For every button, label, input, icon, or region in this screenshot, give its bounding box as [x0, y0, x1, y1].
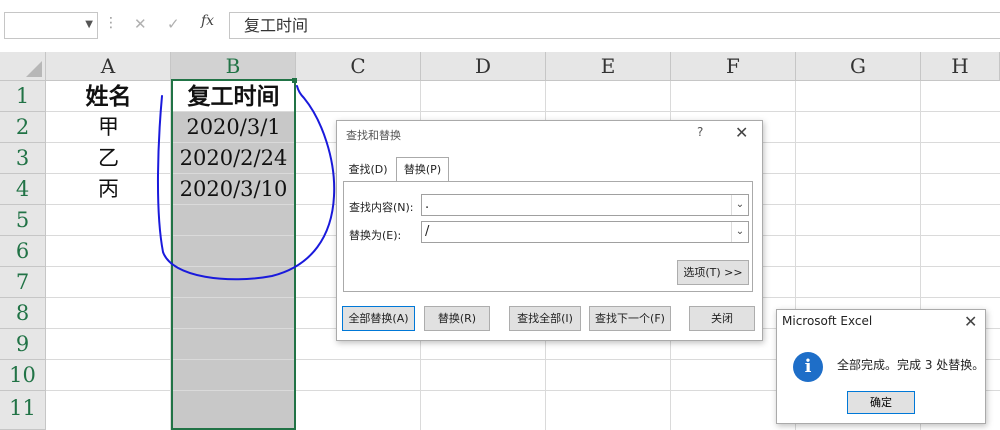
row-header-7[interactable]: 7	[0, 267, 46, 298]
select-all-icon	[26, 61, 42, 77]
replace-with-value: /	[425, 224, 430, 239]
options-button[interactable]: 选项(T) >>	[677, 260, 749, 285]
row-header-11[interactable]: 11	[0, 391, 46, 430]
cell-a2[interactable]: 甲	[46, 112, 171, 143]
column-header-f[interactable]: F	[671, 52, 796, 81]
enter-icon[interactable]: ✓	[167, 15, 180, 33]
select-all-button[interactable]	[0, 52, 46, 81]
row-header-2[interactable]: 2	[0, 112, 46, 143]
row-header-4[interactable]: 4	[0, 174, 46, 205]
close-icon[interactable]: ✕	[735, 123, 748, 142]
find-what-input[interactable]: . ⌄	[421, 194, 749, 216]
row-header-5[interactable]: 5	[0, 205, 46, 236]
formula-bar: ▼ ⋮ ✕ ✓ fx 复工时间	[0, 0, 1000, 52]
find-next-button[interactable]: 查找下一个(F)	[589, 306, 671, 331]
row-header-9[interactable]: 9	[0, 329, 46, 360]
help-icon[interactable]: ?	[697, 125, 703, 139]
replace-with-input[interactable]: / ⌄	[421, 221, 749, 243]
cell-a1[interactable]: 姓名	[46, 81, 171, 112]
column-header-a[interactable]: A	[46, 52, 171, 81]
chevron-down-icon[interactable]: ⌄	[731, 195, 748, 215]
column-header-h[interactable]: H	[921, 52, 1000, 81]
formula-bar-separator-icon: ⋮	[104, 15, 118, 31]
find-all-button[interactable]: 查找全部(I)	[509, 306, 581, 331]
tab-find[interactable]: 查找(D)	[343, 159, 393, 181]
replace-all-button[interactable]: 全部替换(A)	[342, 306, 415, 331]
fill-handle[interactable]	[292, 78, 297, 83]
cell-a4[interactable]: 丙	[46, 174, 171, 205]
message-text: 全部完成。完成 3 处替换。	[837, 358, 985, 372]
excel-message-box: Microsoft Excel ✕ i 全部完成。完成 3 处替换。 确定	[776, 309, 986, 424]
formula-input[interactable]: 复工时间	[229, 12, 1000, 39]
find-what-value: .	[425, 197, 430, 212]
chevron-down-icon[interactable]: ⌄	[731, 222, 748, 242]
cancel-icon[interactable]: ✕	[134, 15, 147, 33]
name-box[interactable]: ▼	[4, 12, 98, 39]
column-header-b[interactable]: B	[171, 52, 296, 81]
close-icon[interactable]: ✕	[964, 312, 977, 331]
column-selection-border	[171, 81, 296, 430]
row-header-8[interactable]: 8	[0, 298, 46, 329]
replace-button[interactable]: 替换(R)	[424, 306, 490, 331]
dialog-title: 查找和替换	[346, 129, 401, 142]
row-header-3[interactable]: 3	[0, 143, 46, 174]
column-header-c[interactable]: C	[296, 52, 421, 81]
find-what-label: 查找内容(N):	[349, 201, 414, 214]
information-icon: i	[793, 352, 823, 382]
cell-a3[interactable]: 乙	[46, 143, 171, 174]
column-header-e[interactable]: E	[546, 52, 671, 81]
ok-button[interactable]: 确定	[847, 391, 915, 414]
row-header-6[interactable]: 6	[0, 236, 46, 267]
replace-with-label: 替换为(E):	[349, 229, 402, 242]
tab-replace[interactable]: 替换(P)	[396, 157, 449, 182]
name-box-dropdown-icon[interactable]: ▼	[85, 19, 93, 30]
message-box-title: Microsoft Excel	[782, 314, 873, 328]
row-header-10[interactable]: 10	[0, 360, 46, 391]
column-header-g[interactable]: G	[796, 52, 921, 81]
row-header-1[interactable]: 1	[0, 81, 46, 112]
insert-function-icon[interactable]: fx	[201, 13, 214, 29]
find-replace-dialog: 查找和替换 ? ✕ 查找(D) 替换(P) 查找内容(N): . ⌄ 替换为(E…	[336, 120, 763, 341]
column-header-d[interactable]: D	[421, 52, 546, 81]
close-button[interactable]: 关闭	[689, 306, 755, 331]
